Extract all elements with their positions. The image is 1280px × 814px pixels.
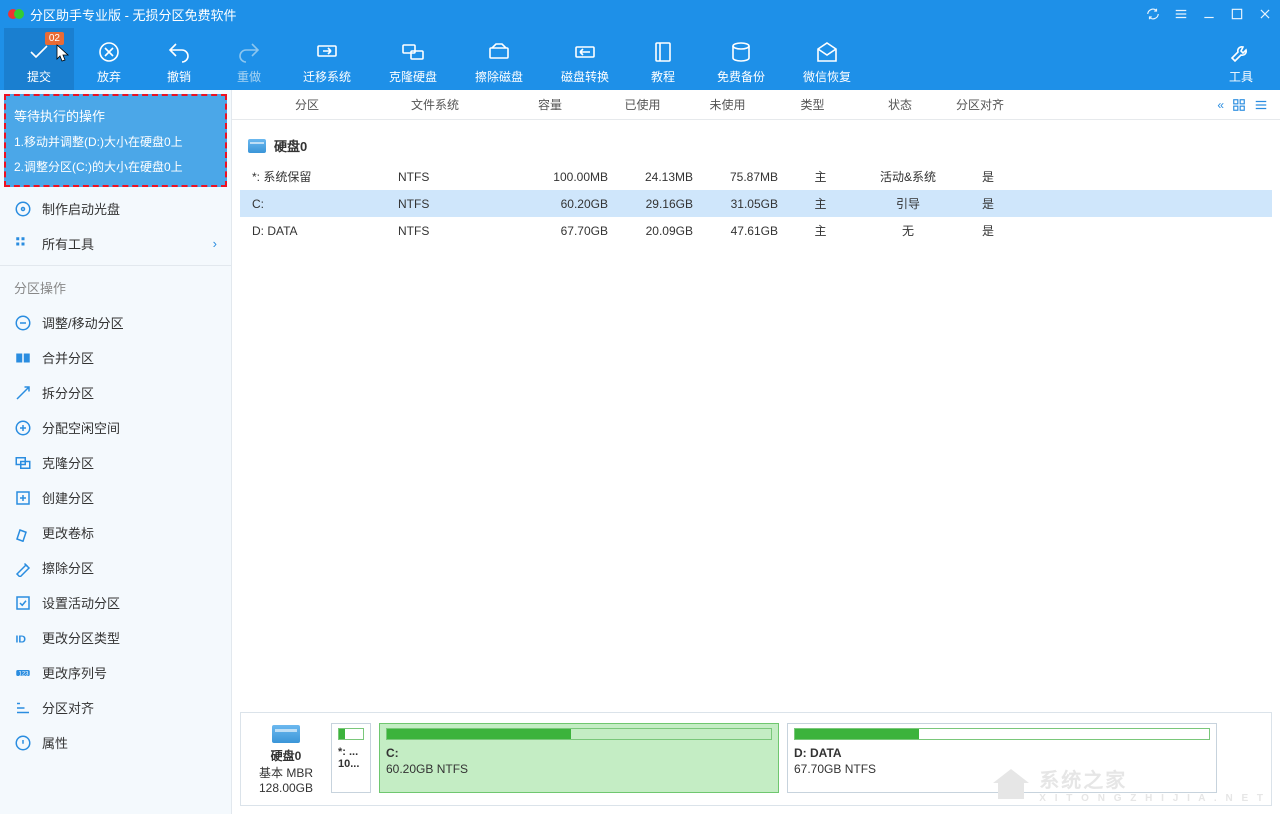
cursor-icon	[56, 44, 70, 62]
wechat-recover-button[interactable]: 微信恢复	[784, 28, 870, 90]
migrate-os-button[interactable]: 迁移系统	[284, 28, 370, 90]
partition-op-item[interactable]: 拆分分区	[0, 375, 231, 410]
wechat-icon	[815, 38, 839, 66]
watermark: 系统之家 X I T O N G Z H I J I A . N E T	[991, 764, 1266, 804]
partition-op-item[interactable]: 分配空闲空间	[0, 410, 231, 445]
free-backup-button[interactable]: 免费备份	[698, 28, 784, 90]
erase-disk-button[interactable]: 擦除磁盘	[456, 28, 542, 90]
partition-op-item[interactable]: 更改卷标	[0, 515, 231, 550]
op-icon	[14, 419, 32, 437]
close-icon[interactable]	[1258, 7, 1272, 21]
partition-op-item[interactable]: 合并分区	[0, 340, 231, 375]
partition-op-item[interactable]: 克隆分区	[0, 445, 231, 480]
clone-disk-button[interactable]: 克隆硬盘	[370, 28, 456, 90]
svg-text:123: 123	[19, 671, 30, 677]
partition-op-item[interactable]: 属性	[0, 725, 231, 760]
wrench-icon	[1229, 38, 1253, 66]
partition-row[interactable]: D: DATANTFS67.70GB20.09GB47.61GB主无是	[240, 217, 1272, 244]
op-icon	[14, 454, 32, 472]
partition-op-item[interactable]: 设置活动分区	[0, 585, 231, 620]
clone-disk-icon	[401, 38, 425, 66]
collapse-columns-icon[interactable]: «	[1217, 98, 1224, 112]
partition-op-item[interactable]: 擦除分区	[0, 550, 231, 585]
pending-item[interactable]: 2.调整分区(C:)的大小在硬盘0上	[14, 158, 217, 175]
redo-icon	[237, 38, 261, 66]
op-icon	[14, 314, 32, 332]
op-icon	[14, 384, 32, 402]
migrate-icon	[315, 38, 339, 66]
refresh-icon[interactable]	[1146, 7, 1160, 21]
convert-disk-button[interactable]: 磁盘转换	[542, 28, 628, 90]
minimize-icon[interactable]	[1202, 7, 1216, 21]
col-partition[interactable]: 分区	[240, 96, 370, 113]
grid-icon	[14, 235, 32, 253]
view-list-icon[interactable]	[1254, 98, 1268, 112]
op-icon: 123	[14, 664, 32, 682]
window-title: 分区助手专业版 - 无损分区免费软件	[30, 5, 1146, 24]
sidebar: 等待执行的操作 1.移动并调整(D:)大小在硬盘0上 2.调整分区(C:)的大小…	[0, 90, 232, 814]
disk-group-header[interactable]: 硬盘0	[240, 128, 1272, 163]
disk-icon	[248, 139, 266, 153]
partition-op-item[interactable]: ID更改分区类型	[0, 620, 231, 655]
undo-button[interactable]: 撤销	[144, 28, 214, 90]
content-area: 分区 文件系统 容量 已使用 未使用 类型 状态 分区对齐 « 硬盘0 *: 系…	[232, 90, 1280, 814]
sidebar-all-tools[interactable]: 所有工具 ›	[0, 226, 231, 261]
tutorial-button[interactable]: 教程	[628, 28, 698, 90]
col-align[interactable]: 分区对齐	[945, 96, 1015, 113]
disc-icon	[14, 200, 32, 218]
backup-icon	[729, 38, 753, 66]
chevron-right-icon: ›	[213, 236, 217, 251]
partition-row[interactable]: C:NTFS60.20GB29.16GB31.05GB主引导是	[240, 190, 1272, 217]
op-icon	[14, 699, 32, 717]
op-icon	[14, 489, 32, 507]
svg-text:ID: ID	[16, 633, 27, 645]
undo-icon	[167, 38, 191, 66]
partition-op-item[interactable]: 调整/移动分区	[0, 305, 231, 340]
disk-icon	[272, 725, 300, 743]
disk-map-partition[interactable]: *: ...10...	[331, 723, 371, 793]
table-header: 分区 文件系统 容量 已使用 未使用 类型 状态 分区对齐 «	[232, 90, 1280, 120]
col-capacity[interactable]: 容量	[500, 96, 600, 113]
disk-map-partition[interactable]: C:60.20GB NTFS	[379, 723, 779, 793]
erase-icon	[487, 38, 511, 66]
op-icon	[14, 734, 32, 752]
sidebar-make-bootable[interactable]: 制作启动光盘	[0, 191, 231, 226]
op-icon: ID	[14, 629, 32, 647]
col-filesystem[interactable]: 文件系统	[370, 96, 500, 113]
tools-button[interactable]: 工具	[1206, 28, 1276, 90]
op-icon	[14, 559, 32, 577]
app-logo-icon	[8, 6, 24, 22]
toolbar: 02 提交 放弃 撤销 重做 迁移系统 克隆硬盘 擦除磁盘 磁盘转换 教程 免费…	[0, 28, 1280, 90]
redo-button: 重做	[214, 28, 284, 90]
partition-op-item[interactable]: 创建分区	[0, 480, 231, 515]
op-icon	[14, 349, 32, 367]
partition-op-item[interactable]: 123更改序列号	[0, 655, 231, 690]
partition-row[interactable]: *: 系统保留NTFS100.00MB24.13MB75.87MB主活动&系统是	[240, 163, 1272, 190]
op-icon	[14, 594, 32, 612]
cancel-icon	[97, 38, 121, 66]
convert-icon	[573, 38, 597, 66]
pending-title: 等待执行的操作	[14, 106, 217, 125]
partition-op-item[interactable]: 分区对齐	[0, 690, 231, 725]
titlebar: 分区助手专业版 - 无损分区免费软件	[0, 0, 1280, 28]
maximize-icon[interactable]	[1230, 7, 1244, 21]
submit-button[interactable]: 02 提交	[4, 28, 74, 90]
menu-icon[interactable]	[1174, 7, 1188, 21]
col-used[interactable]: 已使用	[600, 96, 685, 113]
pending-operations-box: 等待执行的操作 1.移动并调整(D:)大小在硬盘0上 2.调整分区(C:)的大小…	[4, 94, 227, 187]
pending-item[interactable]: 1.移动并调整(D:)大小在硬盘0上	[14, 133, 217, 150]
discard-button[interactable]: 放弃	[74, 28, 144, 90]
sidebar-section-header: 分区操作	[0, 270, 231, 305]
col-status[interactable]: 状态	[855, 96, 945, 113]
op-icon	[14, 524, 32, 542]
view-layout-icon[interactable]	[1232, 98, 1246, 112]
disk-map-info[interactable]: 硬盘0 基本 MBR 128.00GB	[251, 723, 321, 795]
col-type[interactable]: 类型	[770, 96, 855, 113]
col-free[interactable]: 未使用	[685, 96, 770, 113]
book-icon	[651, 38, 675, 66]
